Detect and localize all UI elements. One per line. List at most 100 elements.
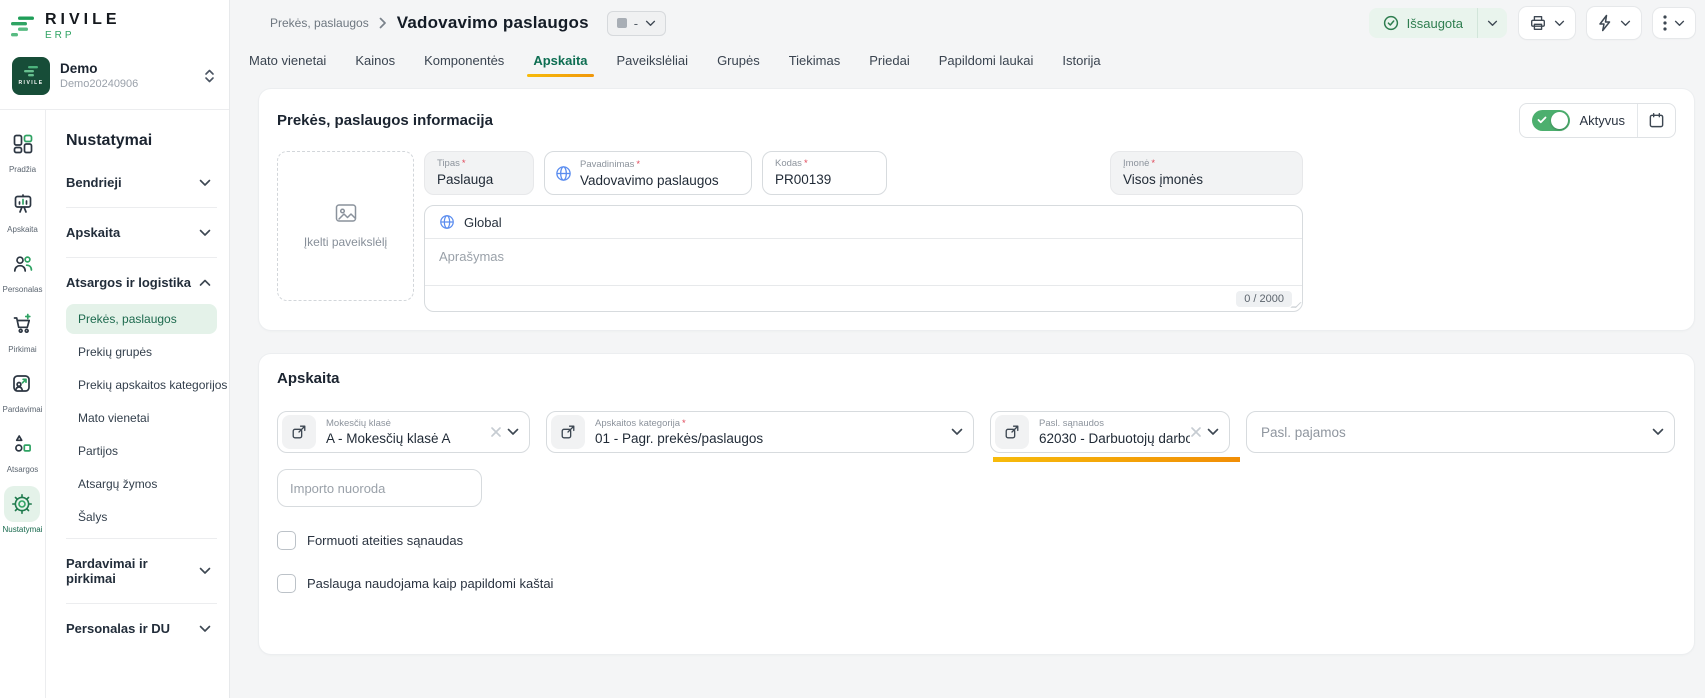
- tab-kainos[interactable]: Kainos: [354, 48, 396, 77]
- menu-section-personalas-ir-du[interactable]: Personalas ir DU: [66, 610, 217, 647]
- actions-button[interactable]: [1587, 7, 1641, 39]
- description-textarea[interactable]: Aprašymas: [425, 239, 1302, 285]
- saved-caret-button[interactable]: [1477, 8, 1507, 38]
- field-pavadinimas[interactable]: Pavadinimas* Vadovavimo paslaugos: [544, 151, 752, 195]
- tab-istorija[interactable]: Istorija: [1061, 48, 1101, 77]
- select-mokesciu-klase[interactable]: Mokesčių klasė A - Mokesčių klasė A: [277, 411, 530, 453]
- account-name: Demo: [60, 61, 138, 78]
- variant-dropdown[interactable]: -: [607, 11, 666, 36]
- highlight-underline: [993, 457, 1240, 462]
- people-icon: [5, 246, 41, 282]
- saved-label: Išsaugota: [1407, 16, 1463, 31]
- menu-section-label: Pardavimai ir pirkimai: [66, 556, 199, 586]
- menu-item-atsargu-zymos[interactable]: Atsargų žymos: [66, 469, 217, 499]
- rail-item-apskaita[interactable]: Apskaita: [5, 186, 41, 234]
- divider: [66, 603, 217, 604]
- divider: [66, 257, 217, 258]
- checkbox-label: Paslauga naudojama kaip papildomi kaštai: [307, 576, 553, 591]
- rail-label: Nustatymai: [2, 525, 42, 534]
- active-toggle[interactable]: Aktyvus: [1520, 104, 1637, 137]
- upload-label: Įkelti paveikslėlį: [304, 235, 387, 249]
- chevron-down-icon[interactable]: [951, 428, 963, 436]
- tab-grupes[interactable]: Grupės: [716, 48, 761, 77]
- gear-icon: [4, 486, 40, 522]
- external-link-button[interactable]: [282, 415, 316, 449]
- menu-item-prekiu-apskaitos-kategorijos[interactable]: Prekių apskaitos kategorijos: [66, 370, 217, 400]
- tab-papildomi-laukai[interactable]: Papildomi laukai: [938, 48, 1035, 77]
- chevron-right-icon: [379, 17, 387, 29]
- field-kodas[interactable]: Kodas* PR00139: [762, 151, 887, 195]
- description-box: Global Aprašymas 0 / 2000: [424, 205, 1303, 312]
- chevron-down-icon: [1554, 20, 1565, 27]
- select-label: Apskaitos kategorija: [595, 418, 680, 429]
- field-imone[interactable]: Įmonė* Visos įmonės: [1110, 151, 1303, 195]
- select-pasl-sanaudos[interactable]: Pasl. sąnaudos 62030 - Darbuotojų darbo …: [990, 411, 1230, 453]
- chevron-down-icon[interactable]: [1652, 428, 1664, 436]
- rail-item-nustatymai[interactable]: Nustatymai: [2, 486, 42, 534]
- printer-icon: [1529, 14, 1547, 32]
- brand-logo: RIVILE ERP: [0, 0, 229, 47]
- import-link-input[interactable]: [277, 469, 482, 507]
- tab-priedai[interactable]: Priedai: [868, 48, 910, 77]
- menu-section-apskaita[interactable]: Apskaita: [66, 214, 217, 251]
- menu-section-atsargos-ir-logistika[interactable]: Atsargos ir logistika: [66, 264, 217, 301]
- account-switcher[interactable]: RIVILE Demo Demo20240906: [0, 47, 229, 110]
- external-link-button[interactable]: [551, 415, 585, 449]
- select-apskaitos-kategorija[interactable]: Apskaitos kategorija* 01 - Pagr. prekės/…: [546, 411, 974, 453]
- account-code: Demo20240906: [60, 78, 138, 92]
- left-panel: RIVILE ERP RIVILE Demo Demo20240906: [0, 0, 230, 698]
- checkbox-paslauga-papildomi-kastai[interactable]: Paslauga naudojama kaip papildomi kaštai: [277, 574, 1676, 593]
- clear-icon[interactable]: [1190, 426, 1202, 438]
- select-value: 01 - Pagr. prekės/paslaugos: [595, 431, 951, 446]
- more-menu-button[interactable]: [1653, 8, 1695, 38]
- field-value: Visos įmonės: [1123, 172, 1290, 187]
- divider: [66, 207, 217, 208]
- rail-item-personalas[interactable]: Personalas: [2, 246, 42, 294]
- menu-section-label: Bendrieji: [66, 175, 122, 190]
- required-asterisk: *: [804, 158, 808, 169]
- clear-icon[interactable]: [490, 426, 502, 438]
- tab-komponentes[interactable]: Komponentės: [423, 48, 505, 77]
- checkbox-icon[interactable]: [277, 574, 296, 593]
- chevron-down-icon[interactable]: [507, 428, 519, 436]
- print-button[interactable]: [1519, 7, 1575, 39]
- tab-paveiksleliai[interactable]: Paveikslėliai: [616, 48, 690, 77]
- required-asterisk: *: [636, 159, 640, 170]
- rail-item-pirkimai[interactable]: Pirkimai: [5, 306, 41, 354]
- chevron-up-icon: [199, 279, 211, 287]
- rail-item-pardavimai[interactable]: Pardavimai: [2, 366, 42, 414]
- image-icon: [335, 203, 357, 223]
- menu-item-mato-vienetai[interactable]: Mato vienetai: [66, 403, 217, 433]
- chevron-down-icon: [199, 229, 211, 237]
- external-link-button[interactable]: [995, 415, 1029, 449]
- menu-item-prekes-paslaugos[interactable]: Prekės, paslaugos: [66, 304, 217, 334]
- chevron-down-icon[interactable]: [1207, 428, 1219, 436]
- rail-item-pradzia[interactable]: Pradžia: [5, 126, 41, 174]
- tab-mato-vienetai[interactable]: Mato vienetai: [248, 48, 327, 77]
- tab-tiekimas[interactable]: Tiekimas: [788, 48, 842, 77]
- image-upload-dropzone[interactable]: Įkelti paveikslėlį: [277, 151, 414, 301]
- menu-item-prekiu-grupes[interactable]: Prekių grupės: [66, 337, 217, 367]
- rail-label: Pirkimai: [8, 345, 36, 354]
- tab-bar: Mato vienetai Kainos Komponentės Apskait…: [230, 42, 1705, 77]
- select-pasl-pajamos[interactable]: Pasl. pajamos: [1246, 411, 1675, 453]
- select-label: Mokesčių klasė: [326, 418, 490, 429]
- field-value: Paslauga: [437, 172, 521, 187]
- toggle-on-icon: [1532, 110, 1570, 131]
- field-tipas[interactable]: Tipas* Paslauga: [424, 151, 534, 195]
- calendar-button[interactable]: [1637, 104, 1675, 137]
- menu-item-salys[interactable]: Šalys: [66, 502, 217, 532]
- rail-item-atsargos[interactable]: Atsargos: [5, 426, 41, 474]
- app-root: RIVILE ERP RIVILE Demo Demo20240906: [0, 0, 1705, 698]
- menu-item-partijos[interactable]: Partijos: [66, 436, 217, 466]
- menu-section-pardavimai-ir-pirkimai[interactable]: Pardavimai ir pirkimai: [66, 545, 217, 597]
- tab-apskaita[interactable]: Apskaita: [532, 48, 588, 77]
- saved-button[interactable]: Išsaugota: [1369, 8, 1477, 38]
- checkbox-formuoti-ateities-sanaudas[interactable]: Formuoti ateities sąnaudas: [277, 531, 1676, 550]
- breadcrumb[interactable]: Prekės, paslaugos: [270, 16, 369, 30]
- brand-name: RIVILE: [45, 12, 121, 28]
- checkbox-icon[interactable]: [277, 531, 296, 550]
- menu-section-bendrieji[interactable]: Bendrieji: [66, 164, 217, 201]
- resize-handle[interactable]: [1290, 302, 1301, 308]
- language-tab-global[interactable]: Global: [425, 206, 1302, 239]
